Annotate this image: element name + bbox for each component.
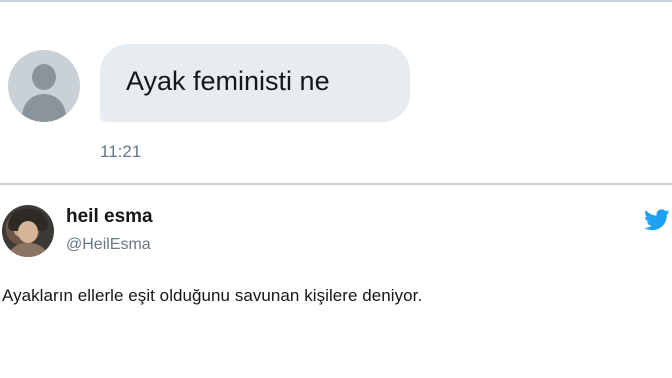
tweet-text: Ayakların ellerle eşit olduğunu savunan …: [2, 286, 423, 305]
tweet-author-handle[interactable]: @HeilEsma: [66, 236, 151, 254]
avatar-body-shape: [22, 94, 66, 122]
message-text: Ayak feministi ne: [126, 66, 330, 96]
message-timestamp: 11:21: [100, 142, 142, 161]
avatar-head-shape: [32, 64, 56, 90]
message-bubble[interactable]: Ayak feministi ne: [100, 44, 410, 122]
direct-message-section: Ayak feministi ne 11:21: [0, 2, 672, 183]
twitter-bird-icon[interactable]: [644, 209, 670, 231]
avatar-shoulder-shape: [6, 243, 50, 257]
tweet-author-avatar[interactable]: [2, 205, 54, 257]
default-user-avatar-icon[interactable]: [8, 50, 80, 122]
section-divider: [0, 183, 672, 185]
tweet-author-name[interactable]: heil esma: [66, 206, 153, 228]
avatar-face-shape: [18, 221, 38, 243]
